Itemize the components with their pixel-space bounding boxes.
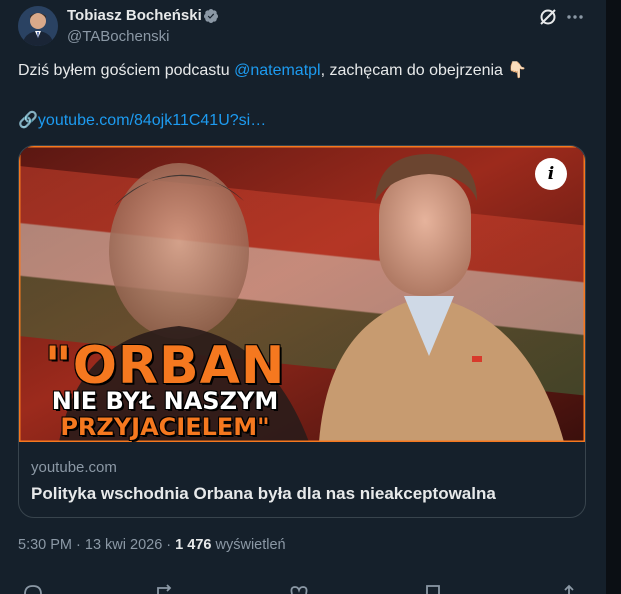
reply-icon[interactable] [22,584,44,594]
link-card[interactable]: i "ORBAN NIE BYŁ NASZYM PRZYJACIELEM" yo… [18,145,586,518]
post-text: Dziś byłem gościem podcastu @natematpl, … [18,61,527,81]
like-icon[interactable] [288,584,310,594]
avatar[interactable] [18,6,58,46]
action-bar [0,584,606,594]
post-text-end: , zachęcam do obejrzenia 👇🏻 [320,62,528,79]
grok-icon[interactable] [537,6,559,28]
link-icon: 🔗 [18,112,38,129]
url-text[interactable]: youtube.com/84ojk11C41U?si… [38,112,266,129]
views-label: wyświetleń [211,537,286,553]
thumbnail-overlay-line2: NIE BYŁ NASZYM [51,387,279,415]
views-count: 1 476 [175,537,212,553]
post-text-start: Dziś byłem gościem podcastu [18,62,235,79]
meta-separator: · [72,537,85,553]
author-name[interactable]: Tobiasz Bocheński [67,7,202,24]
tweet-time[interactable]: 5:30 PM [18,537,72,553]
verified-badge-icon [203,9,218,23]
mention-link[interactable]: @natematpl [234,62,321,79]
tweet: Tobiasz Bocheński @TABochenski Dziś byłe… [0,0,606,594]
author-handle[interactable]: @TABochenski [67,28,170,45]
thumbnail-overlay-line3: PRZYJACIELEM" [60,413,270,441]
tweet-date[interactable]: 13 kwi 2026 [85,537,162,553]
window-edge [606,0,621,594]
card-domain: youtube.com [31,459,117,476]
card-title[interactable]: Polityka wschodnia Orbana była dla nas n… [31,484,496,504]
tweet-meta: 5:30 PM · 13 kwi 2026 · 1 476 wyświetleń [18,537,286,553]
bookmark-icon[interactable] [422,584,444,594]
meta-separator-2: · [162,537,176,553]
info-icon[interactable]: i [535,158,567,190]
more-options-icon[interactable] [564,6,586,28]
repost-icon[interactable] [155,584,177,594]
share-icon[interactable] [558,584,580,594]
post-url[interactable]: 🔗youtube.com/84ojk11C41U?si… [18,110,266,130]
